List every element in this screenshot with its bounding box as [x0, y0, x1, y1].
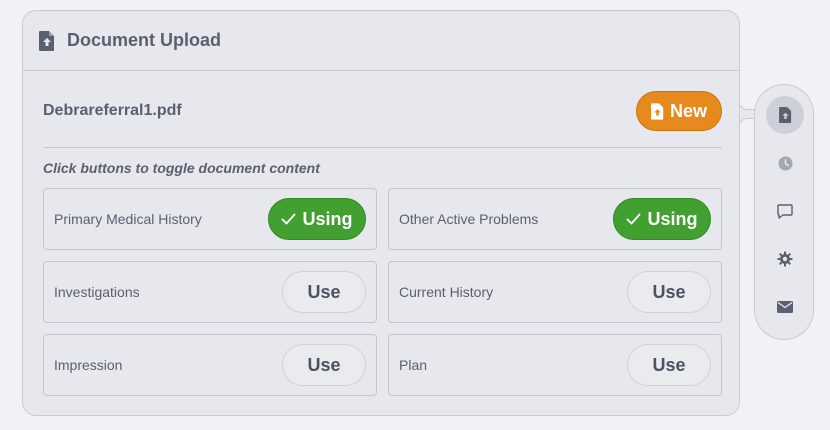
toggle-label: Using [302, 208, 353, 229]
chat-icon [777, 203, 793, 219]
file-upload-icon [778, 107, 792, 123]
file-upload-icon [39, 30, 55, 51]
toggle-label: Using [647, 208, 698, 229]
toggle-hint: Click buttons to toggle document content [43, 160, 320, 176]
toggle-label: Use [307, 281, 341, 302]
section-tile: Plan Use [388, 334, 722, 396]
new-document-button[interactable]: New [636, 91, 722, 131]
section-label: Investigations [54, 284, 140, 300]
file-row: Debrareferral1.pdf New [43, 91, 722, 148]
section-tile: Primary Medical History Using [43, 188, 377, 250]
toggle-label: Use [652, 281, 686, 302]
side-nav [754, 84, 814, 340]
clock-icon [777, 155, 793, 171]
gear-icon [777, 251, 793, 267]
envelope-icon [777, 301, 793, 313]
toggle-button[interactable]: Use [282, 271, 366, 313]
check-icon [626, 213, 642, 225]
section-label: Primary Medical History [54, 211, 202, 227]
toggle-button[interactable]: Using [268, 198, 366, 240]
file-name: Debrareferral1.pdf [43, 102, 182, 119]
toggle-label: Use [652, 354, 686, 375]
section-label: Other Active Problems [399, 211, 539, 227]
panel-header: Document Upload [23, 11, 739, 71]
side-history-button[interactable] [766, 144, 804, 182]
section-tile: Investigations Use [43, 261, 377, 323]
section-label: Impression [54, 357, 123, 373]
toggle-button[interactable]: Using [613, 198, 711, 240]
side-upload-button[interactable] [766, 96, 804, 134]
toggle-label: Use [307, 354, 341, 375]
check-icon [281, 213, 297, 225]
document-upload-panel: Document Upload Debrareferral1.pdf New C… [22, 10, 740, 416]
section-grid: Primary Medical History Using Other Acti… [43, 188, 722, 396]
side-chat-button[interactable] [766, 192, 804, 230]
side-mail-button[interactable] [766, 288, 804, 326]
toggle-button[interactable]: Use [282, 344, 366, 386]
file-upload-icon [650, 102, 664, 120]
section-tile: Impression Use [43, 334, 377, 396]
section-tile: Other Active Problems Using [388, 188, 722, 250]
toggle-button[interactable]: Use [627, 344, 711, 386]
side-settings-button[interactable] [766, 240, 804, 278]
panel-title: Document Upload [67, 30, 222, 50]
toggle-button[interactable]: Use [627, 271, 711, 313]
section-label: Current History [399, 284, 494, 300]
new-button-label: New [669, 100, 707, 121]
section-tile: Current History Use [388, 261, 722, 323]
section-label: Plan [399, 357, 428, 373]
